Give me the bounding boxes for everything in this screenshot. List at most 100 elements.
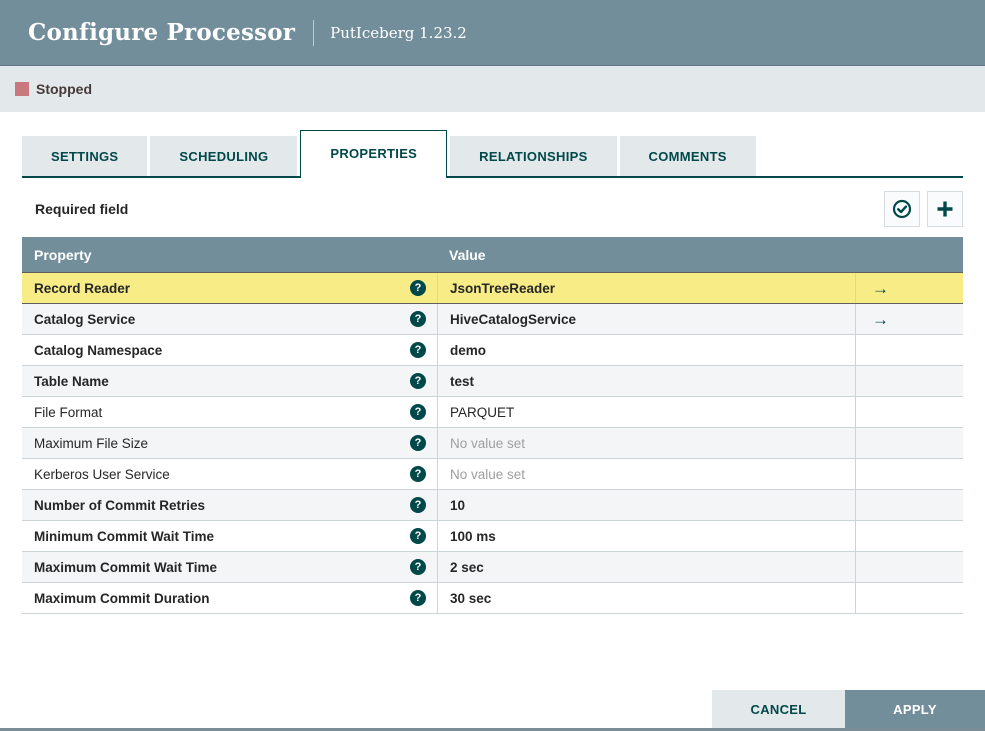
apply-button[interactable]: APPLY	[845, 690, 985, 728]
help-icon[interactable]: ?	[410, 435, 426, 451]
help-icon[interactable]: ?	[410, 528, 426, 544]
dialog-content: SETTINGS SCHEDULING PROPERTIES RELATIONSHIP…	[0, 112, 985, 614]
tab-relationships[interactable]: RELATIONSHIPS	[450, 136, 617, 176]
value-cell[interactable]: HiveCatalogService	[437, 304, 855, 334]
value-cell[interactable]: No value set	[437, 428, 855, 458]
property-name: Maximum Commit Wait Time	[34, 559, 218, 575]
properties-table: Property Value Record Reader ? JsonTreeR…	[22, 237, 963, 614]
property-cell: Maximum Commit Wait Time ?	[22, 552, 437, 582]
goto-cell: →	[855, 366, 963, 396]
value-cell[interactable]: 100 ms	[437, 521, 855, 551]
goto-cell: →	[855, 428, 963, 458]
table-row[interactable]: Maximum Commit Duration ? 30 sec →	[22, 583, 963, 614]
tab-settings[interactable]: SETTINGS	[22, 136, 148, 176]
value-cell[interactable]: No value set	[437, 459, 855, 489]
help-icon[interactable]: ?	[410, 497, 426, 513]
goto-cell: →	[855, 552, 963, 582]
properties-table-header: Property Value	[22, 237, 963, 273]
dialog-header: Configure Processor PutIceberg 1.23.2	[0, 0, 985, 66]
property-name: Number of Commit Retries	[34, 497, 206, 513]
property-cell: Kerberos User Service ?	[22, 459, 437, 489]
property-value: demo	[450, 342, 487, 358]
table-row[interactable]: Catalog Service ? HiveCatalogService →	[22, 304, 963, 335]
plus-icon	[937, 201, 953, 217]
tab-bar: SETTINGS SCHEDULING PROPERTIES RELATIONSHIP…	[22, 130, 963, 178]
value-cell[interactable]: 10	[437, 490, 855, 520]
property-cell: Catalog Namespace ?	[22, 335, 437, 365]
property-name: File Format	[34, 404, 103, 420]
add-property-button[interactable]	[927, 191, 963, 227]
property-value: PARQUET	[450, 404, 515, 420]
goto-cell: →	[855, 521, 963, 551]
goto-service-icon[interactable]: →	[872, 311, 889, 328]
value-cell[interactable]: 2 sec	[437, 552, 855, 582]
tab-comments[interactable]: COMMENTS	[619, 136, 756, 176]
table-row[interactable]: File Format ? PARQUET →	[22, 397, 963, 428]
goto-cell: →	[855, 490, 963, 520]
goto-cell: →	[855, 304, 963, 334]
property-value: 10	[450, 497, 466, 513]
property-value: 30 sec	[450, 590, 492, 606]
column-header-property: Property	[34, 246, 92, 263]
property-value: 2 sec	[450, 559, 484, 575]
table-row[interactable]: Maximum Commit Wait Time ? 2 sec →	[22, 552, 963, 583]
property-name: Record Reader	[34, 280, 131, 296]
goto-cell: →	[855, 335, 963, 365]
table-row[interactable]: Record Reader ? JsonTreeReader →	[22, 272, 963, 304]
property-cell: Number of Commit Retries ?	[22, 490, 437, 520]
property-name: Catalog Namespace	[34, 342, 163, 358]
processor-type-version: PutIceberg 1.23.2	[330, 23, 467, 42]
property-value: 100 ms	[450, 528, 496, 544]
required-field-label: Required field	[35, 201, 129, 217]
property-cell: Catalog Service ?	[22, 304, 437, 334]
column-header-value: Value	[449, 246, 486, 263]
table-row[interactable]: Number of Commit Retries ? 10 →	[22, 490, 963, 521]
value-cell[interactable]: demo	[437, 335, 855, 365]
dialog-footer: CANCEL APPLY	[712, 690, 985, 728]
help-icon[interactable]: ?	[410, 559, 426, 575]
verify-properties-button[interactable]	[884, 191, 920, 227]
property-cell: Record Reader ?	[22, 273, 437, 303]
property-cell: Maximum File Size ?	[22, 428, 437, 458]
tab-scheduling[interactable]: SCHEDULING	[150, 136, 298, 176]
goto-cell: →	[855, 273, 963, 303]
properties-toolbar: Required field	[22, 191, 963, 227]
goto-service-icon[interactable]: →	[872, 280, 889, 297]
goto-cell: →	[855, 397, 963, 427]
property-name: Maximum File Size	[34, 435, 149, 451]
help-icon[interactable]: ?	[410, 404, 426, 420]
help-icon[interactable]: ?	[410, 466, 426, 482]
table-row[interactable]: Kerberos User Service ? No value set →	[22, 459, 963, 490]
table-row[interactable]: Table Name ? test →	[22, 366, 963, 397]
property-value: No value set	[450, 435, 526, 451]
toolbar-buttons	[884, 191, 963, 227]
verify-properties-icon	[892, 199, 912, 219]
table-row[interactable]: Minimum Commit Wait Time ? 100 ms →	[22, 521, 963, 552]
title-divider	[313, 19, 315, 46]
help-icon[interactable]: ?	[410, 590, 426, 606]
value-cell[interactable]: JsonTreeReader	[437, 273, 855, 303]
value-cell[interactable]: test	[437, 366, 855, 396]
help-icon[interactable]: ?	[410, 280, 426, 296]
property-name: Catalog Service	[34, 311, 136, 327]
help-icon[interactable]: ?	[410, 373, 426, 389]
tab-properties[interactable]: PROPERTIES	[300, 130, 448, 178]
cancel-button[interactable]: CANCEL	[712, 690, 845, 728]
table-row[interactable]: Catalog Namespace ? demo →	[22, 335, 963, 366]
property-name: Maximum Commit Duration	[34, 590, 210, 606]
goto-cell: →	[855, 583, 963, 613]
value-cell[interactable]: PARQUET	[437, 397, 855, 427]
property-cell: Minimum Commit Wait Time ?	[22, 521, 437, 551]
property-name: Kerberos User Service	[34, 466, 170, 482]
property-value: JsonTreeReader	[450, 280, 556, 296]
table-row[interactable]: Maximum File Size ? No value set →	[22, 428, 963, 459]
stopped-status-icon	[15, 82, 29, 96]
value-cell[interactable]: 30 sec	[437, 583, 855, 613]
configure-processor-dialog: Configure Processor PutIceberg 1.23.2 St…	[0, 0, 985, 731]
property-cell: Maximum Commit Duration ?	[22, 583, 437, 613]
properties-table-body: Record Reader ? JsonTreeReader → Catalog…	[22, 272, 963, 614]
help-icon[interactable]: ?	[410, 311, 426, 327]
help-icon[interactable]: ?	[410, 342, 426, 358]
property-cell: File Format ?	[22, 397, 437, 427]
goto-cell: →	[855, 459, 963, 489]
